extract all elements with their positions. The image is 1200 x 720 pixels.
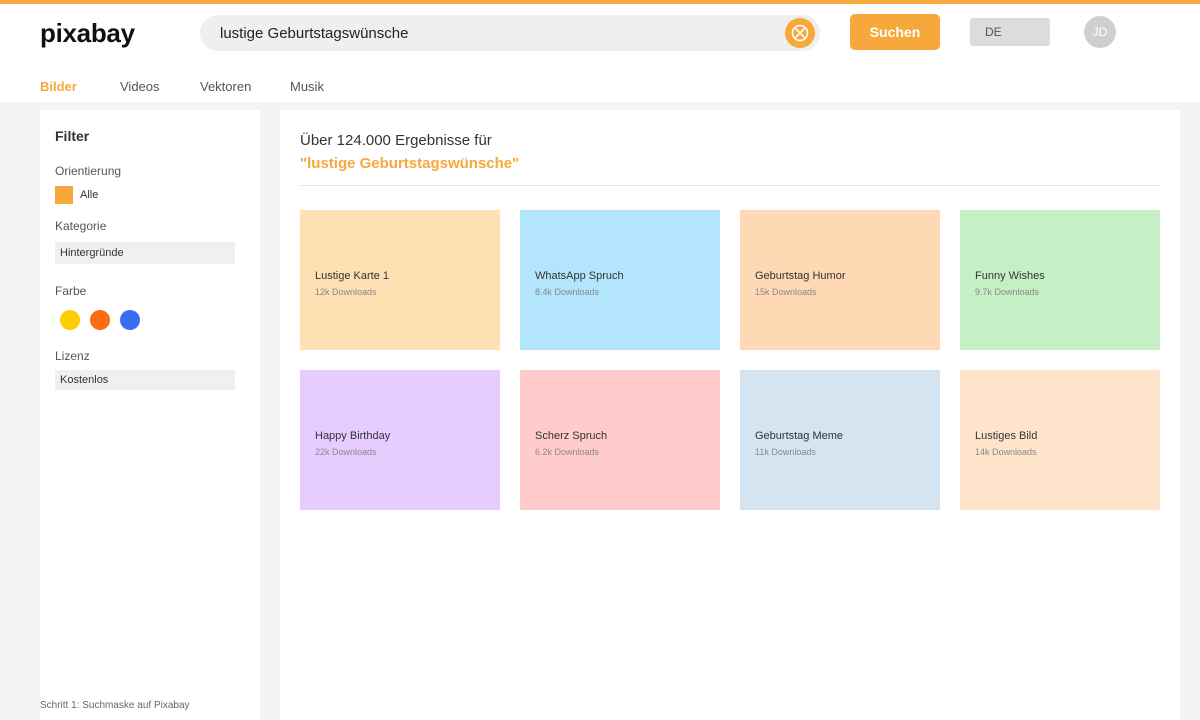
header: pixabay Suchen DE JD Bilder Videos Vekto… bbox=[0, 4, 1200, 102]
language-selector[interactable]: DE bbox=[970, 18, 1050, 46]
card-downloads: 11k Downloads bbox=[755, 447, 816, 457]
image-card[interactable]: Happy Birthday 22k Downloads bbox=[300, 370, 500, 510]
card-downloads: 12k Downloads bbox=[315, 287, 377, 297]
filter-sidebar: Filter Orientierung Alle Kategorie Hinte… bbox=[40, 110, 260, 720]
divider bbox=[300, 185, 1160, 186]
card-title: Scherz Spruch bbox=[535, 430, 608, 442]
tab-videos[interactable]: Videos bbox=[120, 79, 200, 97]
tab-musik[interactable]: Musik bbox=[290, 79, 324, 97]
card-downloads: 6.2k Downloads bbox=[535, 447, 600, 457]
result-query: "lustige Geburtstagswünsche" bbox=[300, 155, 520, 172]
image-card[interactable]: WhatsApp Spruch 8.4k Downloads bbox=[520, 210, 720, 350]
card-downloads: 9.7k Downloads bbox=[975, 287, 1040, 297]
image-card[interactable]: Lustige Karte 1 12k Downloads bbox=[300, 210, 500, 350]
image-card[interactable]: Geburtstag Humor 15k Downloads bbox=[740, 210, 940, 350]
card-title: Funny Wishes bbox=[975, 270, 1045, 282]
orientation-checkbox[interactable] bbox=[55, 186, 73, 204]
results-panel: Über 124.000 Ergebnisse für "lustige Geb… bbox=[280, 110, 1180, 720]
card-title: WhatsApp Spruch bbox=[535, 270, 624, 282]
card-downloads: 14k Downloads bbox=[975, 447, 1037, 457]
color-swatch-orange[interactable] bbox=[90, 310, 110, 330]
image-card[interactable]: Funny Wishes 9.7k Downloads bbox=[960, 210, 1160, 350]
orientation-label: Orientierung bbox=[55, 164, 122, 178]
image-card[interactable]: Scherz Spruch 6.2k Downloads bbox=[520, 370, 720, 510]
pixabay-logo[interactable]: pixabay bbox=[40, 18, 135, 49]
category-label: Kategorie bbox=[55, 219, 107, 233]
close-icon bbox=[791, 24, 809, 42]
card-title: Happy Birthday bbox=[315, 430, 391, 442]
tab-vektoren[interactable]: Vektoren bbox=[200, 79, 290, 97]
category-select[interactable]: Hintergründe bbox=[55, 242, 235, 264]
card-downloads: 22k Downloads bbox=[315, 447, 377, 457]
license-label: Lizenz bbox=[55, 349, 90, 363]
search-input[interactable] bbox=[220, 15, 780, 51]
filter-title: Filter bbox=[55, 128, 90, 144]
card-downloads: 15k Downloads bbox=[755, 287, 817, 297]
image-card[interactable]: Geburtstag Meme 11k Downloads bbox=[740, 370, 940, 510]
card-title: Lustige Karte 1 bbox=[315, 270, 389, 282]
avatar[interactable]: JD bbox=[1084, 16, 1116, 48]
tab-bilder[interactable]: Bilder bbox=[40, 79, 120, 97]
color-label: Farbe bbox=[55, 284, 87, 298]
step-caption: Schritt 1: Suchmaske auf Pixabay bbox=[40, 700, 190, 711]
card-downloads: 8.4k Downloads bbox=[535, 287, 600, 297]
media-type-tabs: Bilder Videos Vektoren Musik bbox=[40, 79, 324, 97]
card-title: Lustiges Bild bbox=[975, 430, 1038, 442]
color-swatch-yellow[interactable] bbox=[60, 310, 80, 330]
clear-search-button[interactable] bbox=[785, 18, 815, 48]
color-swatch-blue[interactable] bbox=[120, 310, 140, 330]
result-count: Über 124.000 Ergebnisse für bbox=[300, 132, 492, 149]
search-button[interactable]: Suchen bbox=[850, 14, 940, 50]
license-select[interactable]: Kostenlos bbox=[55, 370, 235, 390]
search-bar[interactable] bbox=[200, 15, 820, 51]
image-card[interactable]: Lustiges Bild 14k Downloads bbox=[960, 370, 1160, 510]
card-title: Geburtstag Humor bbox=[755, 270, 846, 282]
card-title: Geburtstag Meme bbox=[755, 430, 844, 442]
orientation-value[interactable]: Alle bbox=[80, 189, 98, 201]
